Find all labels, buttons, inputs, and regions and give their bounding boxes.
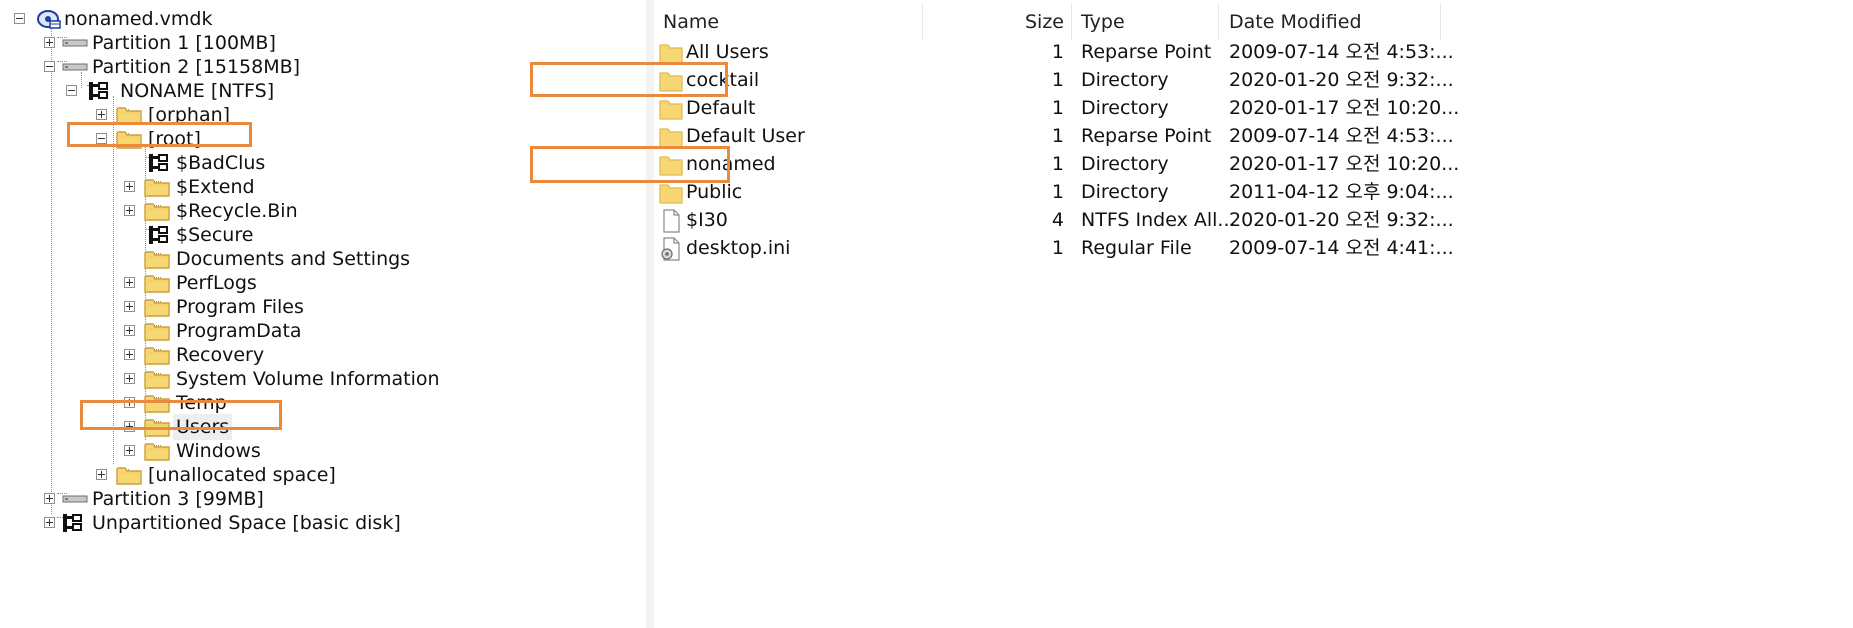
expand-icon[interactable]: [44, 493, 55, 504]
expand-icon[interactable]: [44, 37, 55, 48]
column-separator[interactable]: [1440, 4, 1441, 40]
highlight-box-nonamed: [530, 146, 730, 183]
highlight-box-root: [67, 122, 252, 147]
tree-item-recovery[interactable]: Recovery: [0, 342, 300, 368]
folder-icon: [144, 275, 170, 293]
tree-item-label: Partition 1 [100MB]: [92, 32, 276, 54]
tree-item-label: Partition 2 [15158MB]: [92, 56, 301, 78]
expand-icon[interactable]: [124, 373, 135, 384]
tree-item-label: Partition 3 [99MB]: [92, 488, 264, 510]
tree-item-extend[interactable]: $Extend: [0, 174, 300, 200]
folder-icon: [659, 100, 683, 120]
tree-item-documents-and-settings[interactable]: Documents and Settings: [0, 246, 420, 272]
expand-icon[interactable]: [124, 325, 135, 336]
folder-icon: [144, 443, 170, 461]
tree-item-program-files[interactable]: Program Files: [0, 294, 340, 320]
tree-item-label: $BadClus: [176, 152, 266, 174]
tree-item-label: NONAME [NTFS]: [120, 80, 275, 102]
tree-item-partition-3[interactable]: Partition 3 [99MB]: [0, 486, 300, 512]
folder-icon: [144, 323, 170, 341]
column-header-size[interactable]: Size: [914, 6, 1064, 38]
tree-item-label: PerfLogs: [176, 272, 257, 294]
file-date-modified: 2009-07-14 오전 4:41:...: [1229, 237, 1454, 259]
tree-item-recycle-bin[interactable]: $Recycle.Bin: [0, 198, 300, 224]
tree-item-windows[interactable]: Windows: [0, 438, 300, 464]
tree-item-badclus[interactable]: $BadClus: [0, 150, 300, 176]
expand-icon[interactable]: [96, 469, 107, 480]
tree-item-unallocated-space[interactable]: [unallocated space]: [0, 462, 400, 488]
file-name: desktop.ini: [686, 237, 791, 259]
file-icon: [663, 209, 680, 233]
folder-icon: [144, 299, 170, 317]
folder-icon: [144, 179, 170, 197]
tree-item-label: Program Files: [176, 296, 304, 318]
expand-icon[interactable]: [124, 181, 135, 192]
folder-icon: [144, 347, 170, 365]
expand-icon[interactable]: [124, 349, 135, 360]
expand-icon[interactable]: [124, 277, 135, 288]
disk-image-icon: [37, 10, 61, 29]
column-header-name[interactable]: Name: [663, 6, 719, 38]
tree-item-noname-ntfs[interactable]: NONAME [NTFS]: [0, 78, 300, 104]
file-type: Regular File: [1081, 237, 1192, 259]
tree-item-partition-1[interactable]: Partition 1 [100MB]: [0, 30, 300, 56]
tree-item-label: $Recycle.Bin: [176, 200, 298, 222]
tree-item-perflogs[interactable]: PerfLogs: [0, 270, 300, 296]
folder-icon: [659, 184, 683, 204]
volume-icon: [89, 82, 108, 100]
highlight-box-users: [80, 400, 282, 430]
tree-item-label: [unallocated space]: [148, 464, 336, 486]
tree-item-unpartitioned-space[interactable]: Unpartitioned Space [basic disk]: [0, 510, 460, 536]
collapse-icon[interactable]: [66, 85, 77, 96]
partition-icon: [62, 63, 88, 71]
file-tree-icon: [149, 154, 168, 172]
folder-icon: [116, 467, 142, 485]
highlight-box-cocktail: [530, 62, 728, 97]
tree-item-nonamed-vmdk[interactable]: nonamed.vmdk: [0, 6, 260, 32]
expand-icon[interactable]: [96, 109, 107, 120]
tree-item-secure[interactable]: $Secure: [0, 222, 300, 248]
partition-icon: [62, 495, 88, 503]
settings-file-icon: [661, 237, 680, 261]
expand-icon[interactable]: [124, 301, 135, 312]
file-size: 1: [1051, 237, 1064, 259]
folder-icon: [144, 371, 170, 389]
file-row-desktop-ini[interactable]: desktop.ini 1 Regular File 2009-07-14 오전…: [654, 232, 1853, 265]
collapse-icon[interactable]: [14, 13, 25, 24]
tree-item-label: nonamed.vmdk: [64, 8, 213, 30]
column-header-type[interactable]: Type: [1081, 6, 1125, 38]
volume-icon: [63, 514, 82, 532]
folder-icon: [144, 251, 170, 269]
tree-item-label: Unpartitioned Space [basic disk]: [92, 512, 401, 534]
tree-item-label: Windows: [176, 440, 261, 462]
tree-item-system-volume-information[interactable]: System Volume Information: [0, 366, 440, 392]
tree-item-partition-2[interactable]: Partition 2 [15158MB]: [0, 54, 300, 80]
collapse-icon[interactable]: [44, 61, 55, 72]
tree-item-programdata[interactable]: ProgramData: [0, 318, 340, 344]
column-separator[interactable]: [1071, 4, 1072, 40]
expand-icon[interactable]: [44, 517, 55, 528]
tree-item-label: ProgramData: [176, 320, 302, 342]
tree-item-label: $Secure: [176, 224, 254, 246]
tree-item-label: Documents and Settings: [176, 248, 411, 270]
tree-item-label: Recovery: [176, 344, 265, 366]
tree-item-label: System Volume Information: [176, 368, 440, 390]
expand-icon[interactable]: [124, 445, 135, 456]
file-list-pane: Name Size Type Date Modified All Users 1…: [530, 0, 1853, 628]
file-tree-icon: [149, 226, 168, 244]
column-header-date-modified[interactable]: Date Modified: [1229, 6, 1362, 38]
folder-icon: [144, 203, 170, 221]
tree-item-label: $Extend: [176, 176, 255, 198]
expand-icon[interactable]: [124, 205, 135, 216]
column-separator[interactable]: [1218, 4, 1219, 40]
partition-icon: [62, 39, 88, 47]
